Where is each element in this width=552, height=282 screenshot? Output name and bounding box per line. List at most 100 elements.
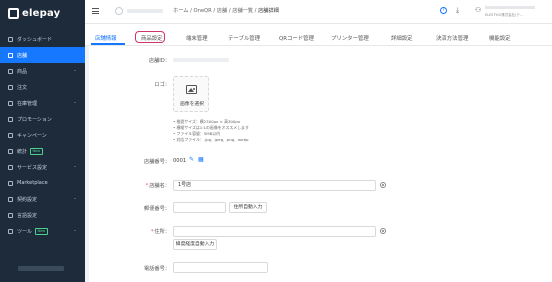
tab-store-info[interactable]: 店舗情報 (95, 34, 117, 42)
store-number-value: 0001 (173, 158, 187, 164)
sidebar-item-label: 商品 (17, 68, 28, 75)
user-name[interactable] (485, 6, 535, 9)
language-settings-icon[interactable] (380, 182, 386, 188)
address-label-text: 住所： (154, 229, 170, 235)
qr-icon[interactable]: ▦ (198, 156, 204, 163)
address-input[interactable] (173, 226, 376, 237)
upload-label: 画像を選択 (180, 102, 204, 107)
logo-notes: 推奨サイズ：横2300px × 高300px 横縦サイズは1:1の画像をオススメ… (173, 119, 249, 143)
sidebar-item[interactable]: 統計 New (0, 143, 85, 159)
chevron-down-icon[interactable]: ⌄ (73, 196, 77, 201)
breadcrumb-store-detail: 店舗詳細 (258, 8, 279, 14)
sidebar-item-label: サービス設定 (17, 164, 48, 171)
product-icon (8, 68, 13, 74)
image-icon (186, 85, 197, 94)
service-settings-icon (8, 164, 13, 170)
sidebar-item[interactable]: Marketplace (0, 175, 85, 191)
edit-icon[interactable]: ✎ (189, 156, 194, 163)
sidebar-item[interactable]: 契約設定 ⌄ (0, 191, 85, 207)
sidebar-item-label: 注文 (17, 84, 28, 91)
store-avatar-icon[interactable] (115, 7, 123, 15)
tab-detailed-settings[interactable]: 詳細設定 (391, 34, 413, 42)
new-badge: New (30, 147, 43, 155)
tab-table-management[interactable]: テーブル管理 (228, 34, 260, 42)
sidebar-item[interactable]: ダッシュボード (0, 31, 85, 47)
tool-icon (8, 228, 13, 234)
tab-feature-settings[interactable]: 機能設定 (489, 34, 511, 42)
inventory-icon (8, 100, 13, 106)
active-tab-indicator (91, 43, 125, 45)
breadcrumb-oneqr[interactable]: OneQR (193, 8, 211, 14)
store-selector-name[interactable] (127, 9, 163, 13)
store-id-value (173, 58, 229, 62)
order-icon (8, 84, 13, 90)
phone-label: 電話番号： (144, 266, 170, 272)
sidebar-item[interactable]: ツール New ⌄ (0, 223, 85, 239)
campaign-icon (8, 132, 13, 138)
language-settings-icon[interactable] (380, 228, 386, 234)
language-icon (8, 212, 13, 218)
postal-code-label: 郵便番号： (144, 206, 170, 212)
sidebar-nav: ダッシュボード 店舗 商品 ⌄ 注文 在庫管理 ⌄ プロモーション キャンペーン 統計 New サービ… (0, 31, 85, 239)
tab-terminal-management[interactable]: 端末管理 (186, 34, 208, 42)
sidebar-item[interactable]: 言語設定 (0, 207, 85, 223)
chevron-down-icon[interactable]: ⌄ (73, 100, 77, 105)
store-name-label: *店舗名： (146, 182, 170, 189)
new-badge: New (35, 227, 48, 235)
breadcrumb-separator: / (190, 8, 192, 14)
promotion-icon (8, 116, 13, 122)
sidebar-item-label: キャンペーン (17, 132, 47, 139)
logo-note: 対応ファイル：.jpg, .jpeg, .png, .webp (173, 137, 249, 143)
sidebar-item-label: 在庫管理 (17, 100, 38, 107)
app-logo[interactable]: elepay (8, 6, 60, 20)
chevron-down-icon[interactable]: ⌄ (73, 164, 77, 169)
store-name-label-text: 店舗名： (149, 183, 170, 189)
dashboard-icon (8, 36, 13, 42)
menu-toggle-icon[interactable] (92, 8, 99, 14)
sidebar-item-label: ダッシュボード (17, 36, 53, 43)
breadcrumb-store[interactable]: 店舗 (217, 8, 227, 14)
sidebar-footer-account[interactable] (18, 266, 64, 271)
user-icon[interactable]: ⚇ (475, 6, 481, 14)
breadcrumb-home[interactable]: ホーム (173, 8, 188, 14)
postal-code-input[interactable] (173, 202, 226, 213)
sidebar-item-label: ツール (17, 228, 33, 235)
user-org-name[interactable]: ELESTYLE株式会社(テ... (485, 12, 523, 17)
sidebar-item[interactable]: 在庫管理 ⌄ (0, 95, 85, 111)
help-icon[interactable]: ? (440, 7, 447, 14)
sidebar-item-label: 店舗 (17, 52, 28, 59)
stats-icon (8, 148, 13, 154)
phone-input[interactable] (173, 262, 268, 273)
latlng-autofill-button[interactable]: 緯度経度自動入力 (173, 239, 217, 250)
sidebar-item[interactable]: サービス設定 ⌄ (0, 159, 85, 175)
sidebar-item[interactable]: 店舗 (0, 47, 85, 63)
sidebar-item[interactable]: 注文 (0, 79, 85, 95)
chevron-down-icon[interactable]: ⌄ (73, 228, 77, 233)
breadcrumb-separator: / (254, 8, 257, 14)
chevron-down-icon[interactable]: ⌄ (73, 68, 77, 73)
logo-mark-icon (8, 7, 19, 19)
sidebar-item[interactable]: キャンペーン (0, 127, 85, 143)
logo-label: ロゴ： (154, 82, 170, 88)
top-bar: ホーム / OneQR / 店舗 / 店舗一覧 / 店舗詳細 ? ⤓ ⚇ ELE… (85, 0, 552, 24)
store-detail-tabs: 店舗情報 商品設定 端末管理 テーブル管理 QRコード管理 プリンター管理 詳細… (85, 24, 552, 46)
sidebar-item-label: 統計 (17, 148, 28, 155)
breadcrumb-store-list[interactable]: 店舗一覧 (232, 8, 253, 14)
store-icon (8, 52, 13, 58)
store-name-input[interactable]: 1号店 (173, 180, 376, 191)
logo-upload[interactable]: 画像を選択 (173, 76, 209, 112)
tab-payment-methods[interactable]: 決済方法管理 (436, 34, 468, 42)
marketplace-icon (8, 180, 13, 186)
logo-text: elepay (22, 7, 61, 19)
tab-qr-code-management[interactable]: QRコード管理 (279, 34, 314, 42)
address-autofill-button[interactable]: 住所自動入力 (229, 202, 267, 213)
sidebar-item[interactable]: 商品 ⌄ (0, 63, 85, 79)
breadcrumb-separator: / (228, 8, 231, 14)
sidebar-item-label: 言語設定 (17, 212, 38, 219)
tab-printer-management[interactable]: プリンター管理 (331, 34, 369, 42)
breadcrumb: ホーム / OneQR / 店舗 / 店舗一覧 / 店舗詳細 (173, 7, 279, 14)
download-icon[interactable]: ⤓ (456, 6, 459, 15)
store-id-label: 店舗ID： (148, 58, 170, 64)
sidebar-item[interactable]: プロモーション (0, 111, 85, 127)
sidebar-item-label: 契約設定 (17, 196, 38, 203)
